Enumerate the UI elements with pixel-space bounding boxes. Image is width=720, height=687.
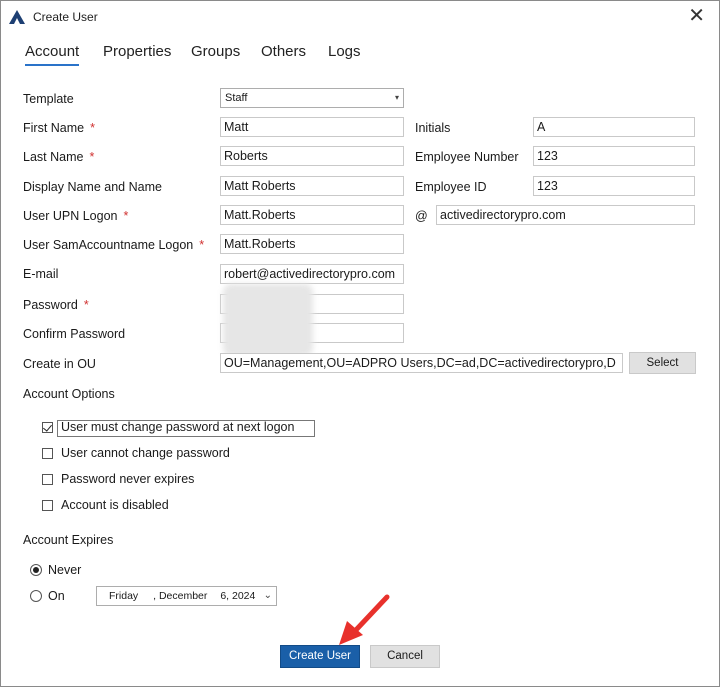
sam-field[interactable]: Matt.Roberts xyxy=(220,234,404,254)
app-logo-icon xyxy=(9,10,25,24)
must-change-password-checkbox[interactable] xyxy=(42,422,53,433)
account-options-heading: Account Options xyxy=(23,387,115,401)
close-icon[interactable]: ✕ xyxy=(688,5,705,27)
date-year: 2024 xyxy=(232,590,256,602)
ou-field[interactable]: OU=Management,OU=ADPRO Users,DC=ad,DC=ac… xyxy=(220,353,623,373)
display-name-label: Display Name and Name xyxy=(23,180,162,194)
confirm-password-label: Confirm Password xyxy=(23,327,126,341)
upn-label: User UPN Logon * xyxy=(23,209,129,223)
template-value: Staff xyxy=(225,92,248,104)
account-expires-heading: Account Expires xyxy=(23,533,114,547)
template-label: Template xyxy=(23,92,74,106)
display-name-field[interactable]: Matt Roberts xyxy=(220,176,404,196)
cannot-change-password-checkbox[interactable] xyxy=(42,448,53,459)
never-radio[interactable] xyxy=(30,564,42,576)
account-disabled-checkbox[interactable] xyxy=(42,500,53,511)
email-label: E-mail xyxy=(23,267,59,281)
create-user-dialog: Create User ✕ Account Properties Groups … xyxy=(0,0,720,687)
cannot-change-password-label: User cannot change password xyxy=(61,446,230,460)
create-in-ou-label: Create in OU xyxy=(23,357,96,371)
password-never-expires-checkbox[interactable] xyxy=(42,474,53,485)
account-disabled-label: Account is disabled xyxy=(61,498,169,512)
required-marker: * xyxy=(199,238,205,252)
chevron-down-icon[interactable]: ⌄ xyxy=(264,587,272,605)
sam-label: User SamAccountname Logon * xyxy=(23,238,205,252)
title-bar: Create User ✕ xyxy=(1,1,719,33)
upn-domain-field[interactable]: activedirectorypro.com xyxy=(436,205,695,225)
date-separator: , xyxy=(153,590,157,602)
email-field[interactable]: robert@activedirectorypro.com xyxy=(220,264,404,284)
employee-number-label: Employee Number xyxy=(415,150,519,164)
tab-others[interactable]: Others xyxy=(261,43,306,60)
window-title: Create User xyxy=(33,10,98,24)
chevron-down-icon: ▾ xyxy=(394,93,399,102)
at-sign: @ xyxy=(415,209,428,223)
date-day: 6, xyxy=(220,590,230,602)
employee-number-field[interactable]: 123 xyxy=(533,146,695,166)
date-weekday: Friday xyxy=(109,590,139,602)
employee-id-label: Employee ID xyxy=(415,180,487,194)
first-name-field[interactable]: Matt xyxy=(220,117,404,137)
must-change-password-label: User must change password at next logon xyxy=(61,420,295,434)
never-label: Never xyxy=(48,563,82,577)
required-marker: * xyxy=(90,121,95,135)
tab-groups[interactable]: Groups xyxy=(191,43,240,60)
expiry-date-picker[interactable]: Friday , December 6, 2024 ⌄ xyxy=(96,586,277,606)
required-marker: * xyxy=(89,150,95,164)
password-never-expires-label: Password never expires xyxy=(61,472,195,486)
annotation-arrow-icon xyxy=(339,594,390,645)
initials-field[interactable]: A xyxy=(533,117,695,137)
redacted-password-blur xyxy=(223,284,313,356)
required-marker: * xyxy=(83,298,89,312)
first-name-label: First Name * xyxy=(23,121,95,135)
tab-logs[interactable]: Logs xyxy=(328,43,361,60)
last-name-label: Last Name * xyxy=(23,150,95,164)
tab-properties[interactable]: Properties xyxy=(103,43,171,60)
on-label: On xyxy=(48,589,65,603)
template-select[interactable]: Staff ▾ xyxy=(220,88,404,108)
initials-label: Initials xyxy=(415,121,451,135)
date-month: December xyxy=(158,590,208,602)
password-label: Password * xyxy=(23,298,89,312)
last-name-field[interactable]: Roberts xyxy=(220,146,404,166)
employee-id-field[interactable]: 123 xyxy=(533,176,695,196)
select-ou-button[interactable]: Select xyxy=(629,352,696,374)
upn-field[interactable]: Matt.Roberts xyxy=(220,205,404,225)
required-marker: * xyxy=(123,209,129,223)
tab-account[interactable]: Account xyxy=(25,43,80,66)
on-radio[interactable] xyxy=(30,590,42,602)
